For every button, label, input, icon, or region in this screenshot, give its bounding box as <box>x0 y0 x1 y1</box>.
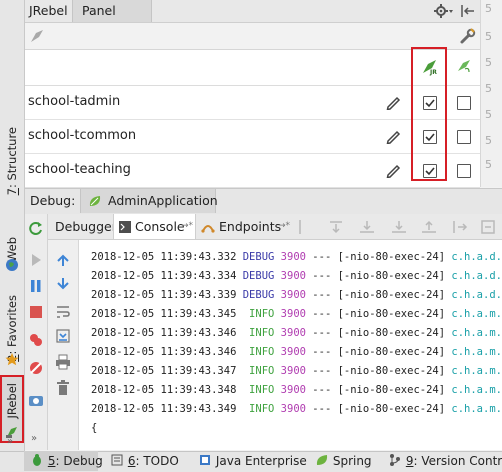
spring-leaf-icon <box>316 455 328 465</box>
tool-tab-jrebel[interactable]: JRebel <box>0 375 24 443</box>
debug-step-buttons <box>298 218 498 239</box>
log-line: 2018-12-05 11:39:43.339 DEBUG 3900 --- [… <box>91 289 502 301</box>
tool-button-version-control[interactable]: 9: Version Control <box>388 451 502 471</box>
console-icon <box>119 221 131 233</box>
tool-tab-structure[interactable]: 7: Structure <box>0 127 24 195</box>
debug-side-toolbar: » <box>25 214 48 450</box>
scroll-to-end-icon[interactable] <box>55 328 71 344</box>
step-into-icon[interactable] <box>392 221 406 233</box>
settings-gear-icon[interactable] <box>434 3 454 22</box>
jrebel-panel-title: JRebel <box>29 3 68 18</box>
clear-all-trash-icon[interactable] <box>55 380 71 396</box>
debug-bug-icon <box>33 454 41 466</box>
more-tabs-chevron-icon[interactable]: » <box>7 436 13 447</box>
remote-enable-checkbox[interactable] <box>457 96 471 110</box>
star-icon <box>5 352 19 369</box>
log-line: 2018-12-05 11:39:43.334 DEBUG 3900 --- [… <box>91 270 502 282</box>
log-line: 2018-12-05 11:39:43.332 DEBUG 3900 --- [… <box>91 251 502 263</box>
mute-breakpoints-icon[interactable] <box>28 360 44 376</box>
run-to-cursor-icon[interactable] <box>453 221 468 233</box>
camera-icon[interactable] <box>28 392 44 408</box>
spring-boot-icon <box>89 196 101 206</box>
remote-enable-checkbox[interactable] <box>457 164 471 178</box>
scroll-down-icon[interactable] <box>55 276 71 292</box>
log-line: 2018-12-05 11:39:43.349 INFO 3900 --- [-… <box>91 403 502 415</box>
highlight-box-jrebel-column <box>411 47 447 181</box>
debug-label: Debug: <box>30 193 76 208</box>
tool-button-debug[interactable]: 5: Debug <box>24 451 103 471</box>
module-name: school-tadmin <box>28 94 121 109</box>
step-out-icon[interactable] <box>422 220 436 233</box>
tab-endpoints[interactable]: Endpoints →* <box>198 214 294 239</box>
log-line: 2018-12-05 11:39:43.346 INFO 3900 --- [-… <box>91 327 502 339</box>
more-actions-chevron-icon[interactable]: » <box>31 433 37 444</box>
view-breakpoints-icon[interactable] <box>28 332 44 348</box>
jrebel-action-icon[interactable] <box>29 28 45 47</box>
wrench-settings-icon[interactable] <box>459 27 477 48</box>
tool-button-spring[interactable]: Spring <box>315 451 372 471</box>
jrebel-toolbar <box>25 23 480 49</box>
java-enterprise-icon <box>200 455 210 465</box>
tool-button-todo[interactable]: 6: TODO <box>110 451 179 471</box>
todo-list-icon <box>111 454 123 466</box>
module-name: school-teaching <box>28 162 131 177</box>
log-line: 2018-12-05 11:39:43.348 INFO 3900 --- [-… <box>91 384 502 396</box>
print-icon[interactable] <box>55 354 71 370</box>
endpoints-icon <box>201 225 215 233</box>
panel-tab[interactable]: Panel <box>72 0 152 22</box>
log-line: 2018-12-05 11:39:43.347 INFO 3900 --- [-… <box>91 365 502 377</box>
remote-column-icon <box>455 57 473 78</box>
edit-pencil-icon[interactable] <box>385 128 401 144</box>
module-name: school-tcommon <box>28 128 137 143</box>
editor-gutter: 5 5 5 5 5 5 5 <box>480 0 502 187</box>
hide-panel-icon[interactable] <box>460 3 476 22</box>
show-execution-point-icon[interactable] <box>330 221 342 234</box>
console-output[interactable]: 2018-12-05 11:39:43.332 DEBUG 3900 --- [… <box>79 240 502 450</box>
tab-debugger[interactable]: Debugger <box>50 214 117 239</box>
debug-session-tab[interactable]: AdminApplication <box>80 189 218 213</box>
evaluate-expression-icon[interactable] <box>481 220 495 234</box>
pause-icon[interactable] <box>28 278 44 294</box>
remote-enable-checkbox[interactable] <box>457 130 471 144</box>
tool-button-java-enterprise[interactable]: Java Enterprise <box>198 451 307 471</box>
edit-pencil-icon[interactable] <box>385 94 401 110</box>
rerun-icon[interactable] <box>28 220 44 236</box>
edit-pencil-icon[interactable] <box>385 162 401 178</box>
version-control-icon <box>390 454 400 466</box>
stop-icon[interactable] <box>28 304 44 320</box>
log-line: 2018-12-05 11:39:43.345 INFO 3900 --- [-… <box>91 308 502 320</box>
web-globe-icon <box>5 258 19 275</box>
log-line: 2018-12-05 11:39:43.346 INFO 3900 --- [-… <box>91 346 502 358</box>
step-over-icon[interactable] <box>360 221 374 233</box>
log-line: { <box>91 422 98 434</box>
resume-icon[interactable] <box>28 252 44 268</box>
soft-wrap-icon[interactable] <box>55 304 71 320</box>
console-side-toolbar <box>48 240 79 450</box>
scroll-up-icon[interactable] <box>55 252 71 268</box>
tab-console[interactable]: Console →* <box>113 214 196 239</box>
